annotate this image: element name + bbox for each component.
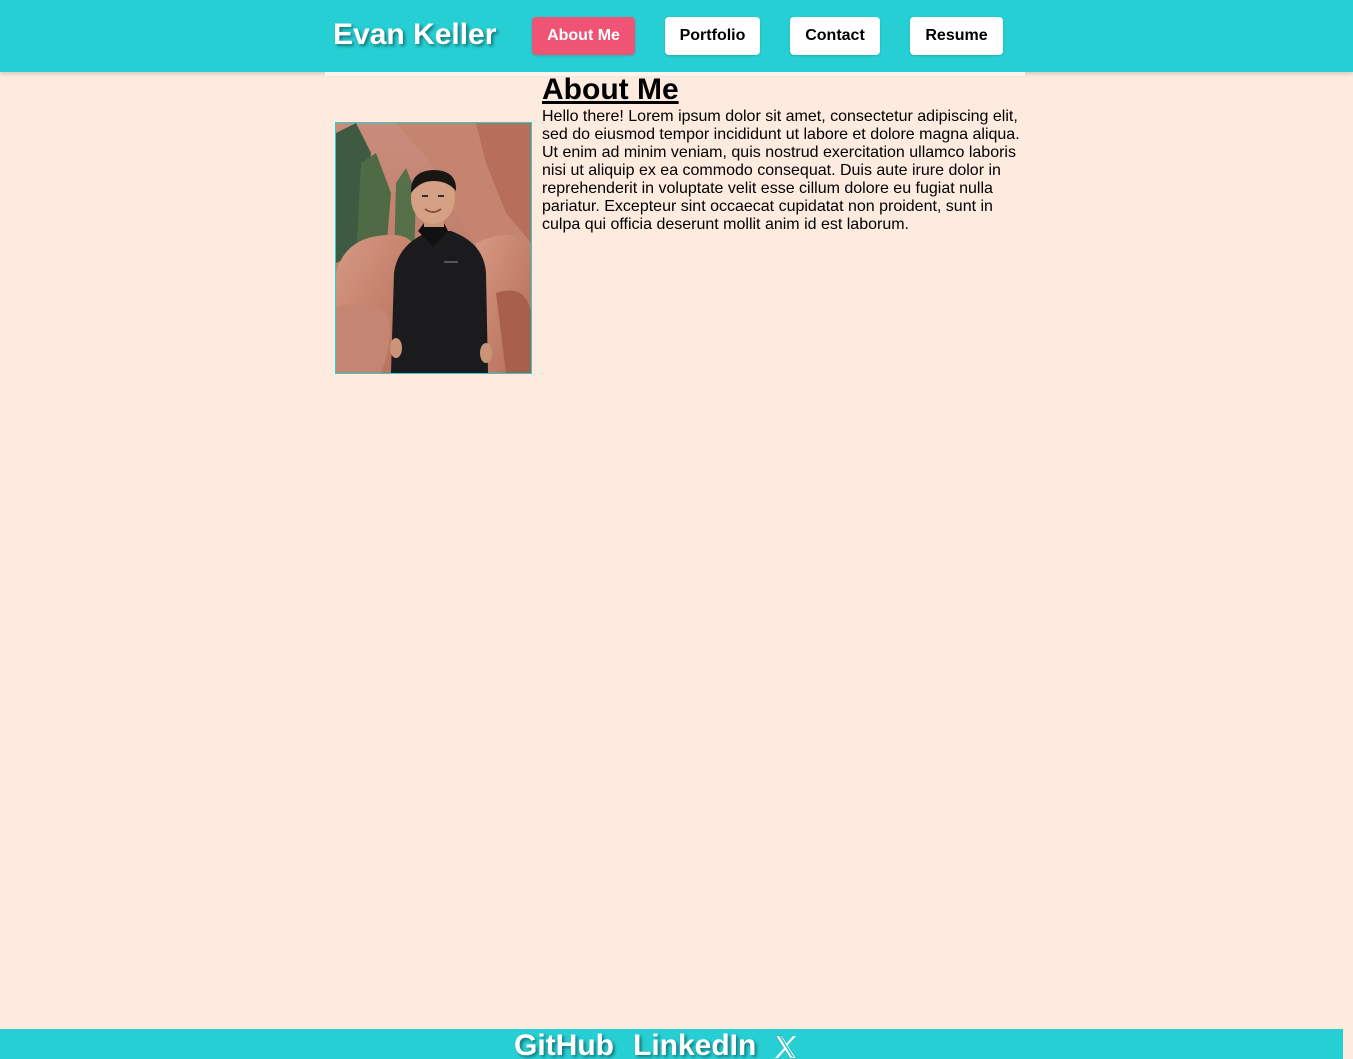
linkedin-link[interactable]: LinkedIn [633,1029,756,1059]
site-header: Evan Keller About Me Portfolio Contact R… [0,0,1353,72]
nav-contact[interactable]: Contact [790,17,880,55]
site-footer: GitHub LinkedIn [0,1029,1343,1059]
nav-resume[interactable]: Resume [910,17,1003,55]
nav-about-me[interactable]: About Me [532,17,635,55]
site-title[interactable]: Evan Keller [333,17,496,53]
about-heading: About Me [542,73,679,106]
profile-photo-image [336,123,531,373]
github-link[interactable]: GitHub [514,1029,614,1059]
profile-photo [335,122,532,374]
about-paragraph: Hello there! Lorem ipsum dolor sit amet,… [542,108,1020,233]
nav-portfolio[interactable]: Portfolio [665,17,760,55]
x-logo-icon[interactable] [774,1035,798,1059]
